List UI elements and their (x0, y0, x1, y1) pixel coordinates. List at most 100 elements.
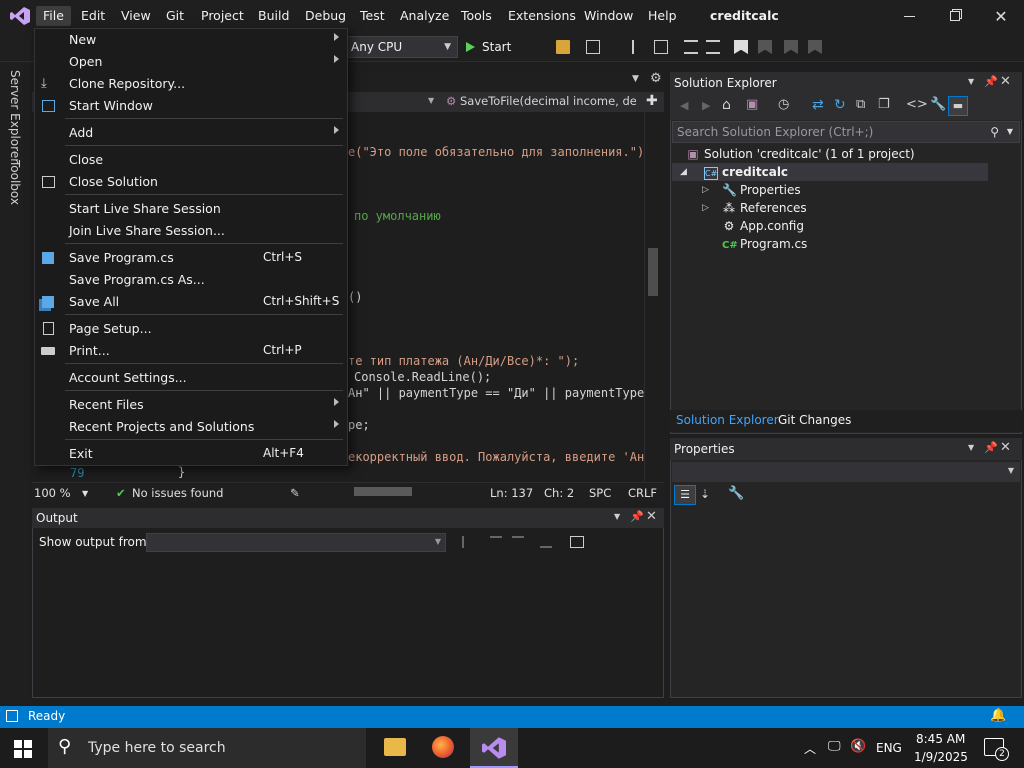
restore-button[interactable] (932, 0, 978, 32)
menu-help[interactable]: Help (641, 6, 684, 26)
menu-item-open[interactable]: Open (35, 51, 347, 73)
editor-vertical-scrollbar[interactable] (644, 112, 662, 484)
close-icon[interactable]: ✕ (646, 509, 657, 524)
tree-item-references[interactable]: ▷ ⁂ References (702, 199, 807, 217)
tab-git-changes[interactable]: Git Changes (778, 413, 851, 427)
close-icon[interactable]: ✕ (1000, 440, 1011, 455)
menu-analyze[interactable]: Analyze (393, 6, 456, 26)
search-icon[interactable]: ⚲ (990, 122, 999, 142)
history-icon[interactable]: ◷ (778, 97, 789, 112)
menu-git[interactable]: Git (159, 6, 191, 26)
windows-start-icon[interactable] (14, 740, 32, 758)
network-icon[interactable]: 🖵 (828, 739, 841, 754)
menu-item-exit[interactable]: Exit Alt+F4 (35, 443, 347, 465)
clear-all-icon[interactable] (540, 536, 552, 548)
solution-search-input[interactable]: Search Solution Explorer (Ctrl+;) ⚲ ▼ (672, 121, 1020, 143)
gear-icon[interactable]: ⚙ (650, 71, 662, 86)
menu-view[interactable]: View (114, 6, 158, 26)
tree-item-properties[interactable]: ▷ 🔧 Properties (702, 181, 801, 199)
layout-icon[interactable] (654, 40, 668, 54)
solution-platform-dropdown[interactable]: Any CPU ▼ (346, 36, 458, 58)
pin-icon[interactable]: 📌 (630, 510, 644, 523)
indent-icon[interactable] (706, 40, 720, 54)
visual-studio-taskbar-button[interactable] (470, 728, 518, 768)
browser-icon[interactable] (586, 40, 600, 54)
menu-item-page-setup[interactable]: Page Setup... (35, 318, 347, 340)
chevron-down-icon[interactable]: ▼ (968, 443, 974, 452)
bookmark-next-icon[interactable] (784, 40, 798, 54)
menu-item-start-window[interactable]: Start Window (35, 95, 347, 117)
expanded-arrow-icon[interactable]: ◢ (680, 163, 687, 181)
tab-solution-explorer[interactable]: Solution Explorer (676, 413, 779, 427)
taskbar-search-box[interactable]: ⚲ Type here to search (48, 728, 366, 768)
line-ending[interactable]: CRLF (628, 486, 657, 500)
collapsed-arrow-icon[interactable]: ▷ (702, 199, 709, 217)
split-editor-icon[interactable]: ✚ (646, 93, 658, 109)
previous-message-icon[interactable] (490, 536, 502, 548)
show-all-files-icon[interactable]: ❐ (878, 97, 890, 112)
clock-date[interactable]: 1/9/2025 (914, 750, 968, 764)
file-explorer-icon[interactable] (384, 738, 406, 756)
tree-solution[interactable]: ▣ Solution 'creditcalc' (1 of 1 project) (686, 145, 914, 163)
align-icon[interactable] (684, 40, 698, 54)
close-icon[interactable]: ✕ (1000, 74, 1011, 89)
menu-item-add[interactable]: Add (35, 122, 347, 144)
pin-icon[interactable]: 📌 (984, 75, 998, 88)
bookmark-clear-icon[interactable] (808, 40, 822, 54)
start-debugging-button[interactable]: Start ▼ (462, 36, 524, 75)
menu-project[interactable]: Project (194, 6, 251, 26)
menu-item-save[interactable]: Save Program.cs Ctrl+S (35, 247, 347, 269)
firefox-icon[interactable] (432, 736, 454, 758)
volume-muted-icon[interactable]: 🔇 (850, 739, 866, 754)
clock-time[interactable]: 8:45 AM (916, 732, 965, 746)
switch-views-icon[interactable]: ▣ (746, 97, 758, 112)
properties-object-dropdown[interactable]: ▼ (672, 462, 1020, 482)
menu-debug[interactable]: Debug (298, 6, 353, 26)
alphabetical-icon[interactable]: ⇣ (700, 487, 710, 501)
refresh-icon[interactable]: ↻ (834, 97, 846, 113)
preview-selected-icon[interactable]: ▬ (948, 96, 968, 116)
tray-expand-icon[interactable]: ︿ (804, 740, 816, 757)
menu-tools[interactable]: Tools (454, 6, 499, 26)
menu-item-save-all[interactable]: Save All Ctrl+Shift+S (35, 291, 347, 313)
pin-icon[interactable]: 📌 (984, 441, 998, 454)
collapse-all-icon[interactable]: ⧉ (856, 97, 865, 112)
wrench-icon[interactable]: 🔧 (930, 97, 946, 112)
menu-item-join-live-share[interactable]: Join Live Share Session... (35, 220, 347, 242)
forward-icon[interactable]: ▶ (702, 99, 710, 112)
menu-item-start-live-share[interactable]: Start Live Share Session (35, 198, 347, 220)
scrollbar-thumb[interactable] (648, 248, 658, 296)
property-pages-icon[interactable]: 🔧 (728, 486, 744, 501)
method-navigation-dropdown[interactable]: ⚙ SaveToFile(decimal income, dec (446, 94, 636, 110)
indent-mode[interactable]: SPC (589, 486, 611, 500)
open-folder-icon[interactable] (556, 40, 570, 54)
menu-window[interactable]: Window (577, 6, 640, 26)
server-explorer-tab[interactable]: Server Explorer (8, 70, 22, 163)
zoom-level[interactable]: 100 % (34, 486, 71, 500)
scrollbar-thumb[interactable] (354, 487, 412, 496)
menu-item-close[interactable]: Close (35, 149, 347, 171)
menu-item-clone-repository[interactable]: ⤓ Clone Repository... (35, 73, 347, 95)
menu-item-recent-files[interactable]: Recent Files (35, 394, 347, 416)
language-indicator[interactable]: ENG (876, 741, 902, 755)
menu-item-recent-projects[interactable]: Recent Projects and Solutions (35, 416, 347, 438)
next-message-icon[interactable] (512, 536, 524, 548)
output-source-dropdown[interactable]: ▼ (146, 533, 446, 552)
brush-icon[interactable]: ✎ (290, 486, 300, 500)
view-code-icon[interactable]: <> (906, 97, 928, 112)
sync-icon[interactable]: ⇄ (812, 97, 824, 113)
home-icon[interactable]: ⌂ (722, 97, 731, 113)
step-icon[interactable] (632, 40, 646, 54)
bookmark-icon[interactable] (734, 40, 748, 54)
chevron-down-icon[interactable]: ▼ (82, 489, 88, 498)
menu-file[interactable]: File (36, 6, 71, 26)
find-message-icon[interactable] (462, 536, 474, 548)
minimize-button[interactable] (886, 0, 932, 32)
tree-item-program-cs[interactable]: C# Program.cs (722, 235, 807, 253)
menu-item-print[interactable]: Print... Ctrl+P (35, 340, 347, 362)
issues-status[interactable]: No issues found (132, 486, 223, 500)
chevron-down-icon[interactable]: ▼ (968, 77, 974, 86)
menu-test[interactable]: Test (353, 6, 392, 26)
back-icon[interactable]: ◀ (680, 99, 688, 112)
word-wrap-icon[interactable] (570, 536, 584, 548)
